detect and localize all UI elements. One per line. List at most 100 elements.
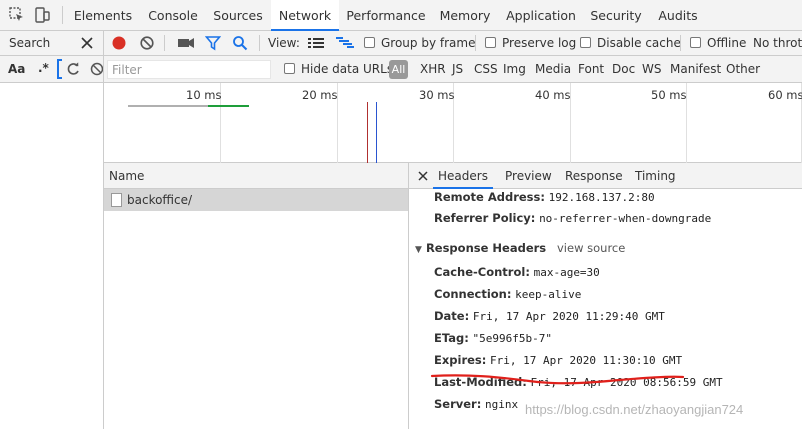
document-icon [111,193,122,207]
regex-toggle[interactable]: .* [38,61,49,75]
tab-headers[interactable]: Headers [433,163,493,189]
tab-network[interactable]: Network [271,0,339,31]
tab-response[interactable]: Response [565,163,623,189]
timeline-tick: 50 ms [651,88,687,102]
view-label: View: [268,36,300,50]
tab-sources[interactable]: Sources [209,0,267,31]
type-filter-media[interactable]: Media [535,62,571,76]
request-name: backoffice/ [127,193,193,207]
filter-bar: Filter Hide data URLs All XHR JS CSS Img… [104,56,802,83]
header-value: no-referrer-when-downgrade [539,212,712,225]
close-icon[interactable] [80,35,94,51]
view-source-link[interactable]: view source [557,241,625,255]
match-case-toggle[interactable]: Aa [8,62,25,76]
header-name: Date: [434,309,470,323]
response-header-row-expires: Expires: Fri, 17 Apr 2020 11:30:10 GMT [434,353,682,367]
type-filter-css[interactable]: CSS [474,62,498,76]
tab-audits[interactable]: Audits [653,0,703,31]
type-filter-xhr[interactable]: XHR [420,62,446,76]
refresh-icon[interactable] [65,61,81,77]
request-list: Name backoffice/ [104,163,409,429]
offline-checkbox[interactable] [690,37,701,48]
devtools-tab-bar: Elements Console Sources Network Perform… [0,0,802,31]
tab-memory[interactable]: Memory [436,0,494,31]
type-filter-manifest[interactable]: Manifest [670,62,721,76]
red-underline-annotation [430,374,685,385]
close-details-icon[interactable] [417,169,429,183]
timeline-tick: 10 ms [186,88,222,102]
disable-cache-label: Disable cache [597,36,681,50]
tab-security[interactable]: Security [588,0,644,31]
tab-timing[interactable]: Timing [635,163,676,189]
tab-elements[interactable]: Elements [70,0,136,31]
search-label: Search [9,36,51,50]
header-name: Cache-Control: [434,265,530,279]
timeline-tick: 30 ms [419,88,455,102]
type-filter-other[interactable]: Other [726,62,760,76]
clear-search-icon[interactable] [90,62,104,76]
hide-data-urls-checkbox[interactable] [284,63,295,74]
section-title: Response Headers [425,241,547,255]
tab-performance[interactable]: Performance [346,0,426,31]
throttling-select[interactable]: No thrott [753,36,802,50]
large-rows-icon[interactable] [308,37,324,49]
table-row[interactable]: backoffice/ [104,189,408,211]
search-header: Search [0,31,103,56]
watermark: https://blog.csdn.net/zhaoyangjian724 [525,402,744,417]
timeline-tick: 40 ms [535,88,571,102]
dom-content-loaded-line [376,102,377,163]
header-name: Remote Address: [434,190,545,204]
header-value: Fri, 17 Apr 2020 11:29:40 GMT [472,310,665,323]
request-bar-download [208,105,249,107]
search-input[interactable] [57,59,62,79]
type-filter-doc[interactable]: Doc [612,62,635,76]
header-name: Connection: [434,287,512,301]
group-by-frame-checkbox[interactable] [364,37,375,48]
type-filter-img[interactable]: Img [503,62,526,76]
timeline-tick: 60 ms [768,88,802,102]
inspect-element-icon[interactable] [8,6,26,24]
timeline-overview[interactable]: 10 ms 20 ms 30 ms 40 ms 50 ms 60 ms [104,83,802,163]
header-name: ETag: [434,331,469,345]
header-value: keep-alive [515,288,582,301]
group-by-frame-label: Group by frame [381,36,476,50]
tab-application[interactable]: Application [505,0,577,31]
device-toolbar-icon[interactable] [33,6,51,24]
record-icon[interactable] [111,35,127,51]
header-name: Expires: [434,353,487,367]
timeline-tick: 20 ms [302,88,338,102]
filter-icon[interactable] [204,35,222,51]
column-name[interactable]: Name [109,169,144,183]
header-value: 192.168.137.2:80 [548,191,655,204]
waterfall-icon[interactable] [336,37,354,49]
type-filter-ws[interactable]: WS [642,62,661,76]
tab-console[interactable]: Console [141,0,205,31]
header-value: Fri, 17 Apr 2020 11:30:10 GMT [490,354,683,367]
general-row-referrer-policy: Referrer Policy: no-referrer-when-downgr… [434,211,711,225]
type-filter-font[interactable]: Font [578,62,604,76]
request-list-header: Name [104,163,408,189]
response-header-row: Date: Fri, 17 Apr 2020 11:29:40 GMT [434,309,665,323]
response-header-row: Server: nginx [434,397,518,411]
clear-icon[interactable] [139,35,155,51]
network-toolbar: View: Group by frame Preserve log Disabl… [104,31,802,56]
request-bar-waiting [128,105,208,107]
load-event-line [367,102,368,163]
search-icon[interactable] [232,35,248,51]
request-details-panel: Headers Preview Response Timing Remote A… [409,163,802,429]
details-tab-bar: Headers Preview Response Timing [409,163,802,189]
response-headers-section-toggle[interactable]: ▼ Response Headers [415,241,546,255]
search-options: Aa .* [0,56,104,83]
response-header-row: Connection: keep-alive [434,287,581,301]
type-filter-all[interactable]: All [389,60,408,79]
screenshot-icon[interactable] [177,36,195,50]
offline-label: Offline [707,36,747,50]
type-filter-js[interactable]: JS [452,62,463,76]
header-value: nginx [484,398,519,411]
search-panel: Search Aa .* [0,31,104,429]
filter-input[interactable]: Filter [107,60,271,79]
tab-preview[interactable]: Preview [505,163,552,189]
hide-data-urls-label: Hide data URLs [301,62,394,76]
preserve-log-checkbox[interactable] [485,37,496,48]
disable-cache-checkbox[interactable] [580,37,591,48]
